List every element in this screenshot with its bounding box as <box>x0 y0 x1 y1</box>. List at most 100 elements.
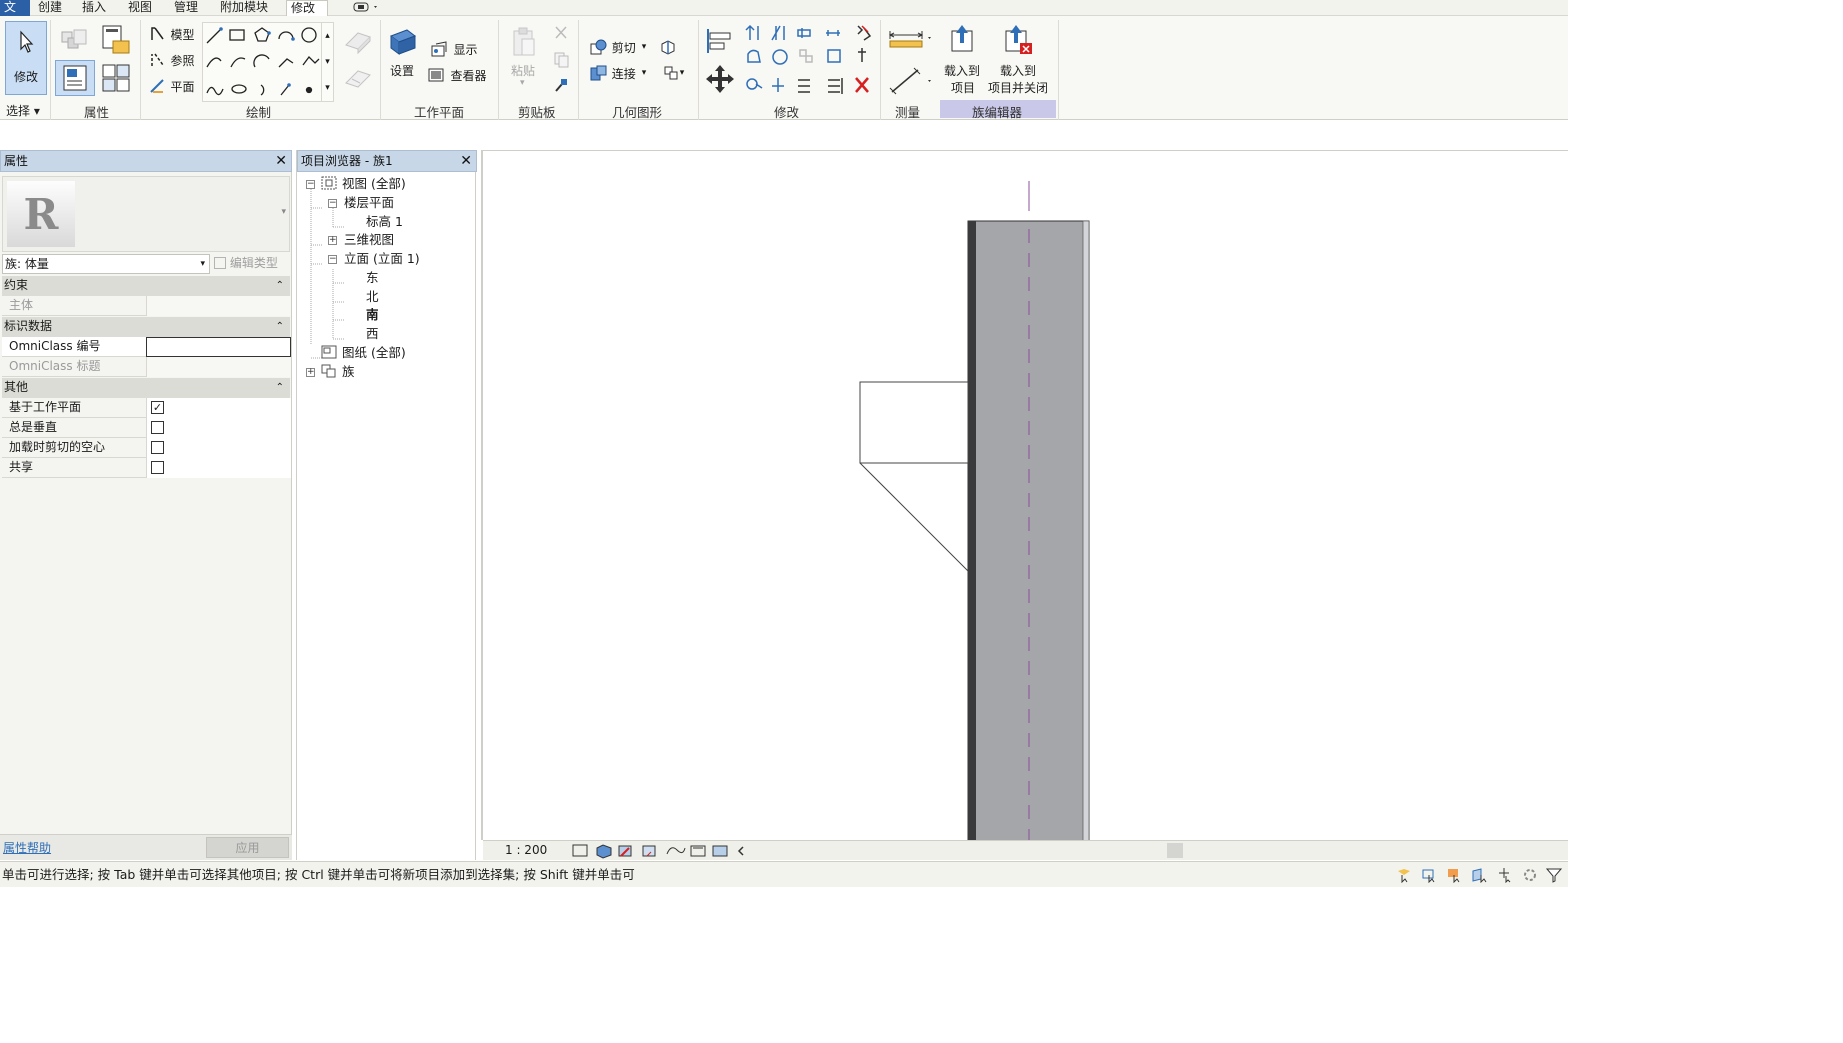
omniclass-number-input[interactable] <box>146 337 291 357</box>
section-constraints[interactable]: 约束 ⌃ <box>2 276 290 296</box>
edit-type-button[interactable]: 编辑类型 <box>214 254 290 274</box>
clipboard-panel-title: 剪贴板 <box>518 105 556 120</box>
paste-button[interactable] <box>506 22 542 62</box>
chevron-down-icon: ▾ <box>200 259 205 269</box>
move-button[interactable] <box>702 62 738 96</box>
measure-button[interactable] <box>884 26 936 54</box>
drag-elements-icon[interactable] <box>1496 867 1512 883</box>
dimension-button[interactable] <box>884 66 936 96</box>
background-process-icon[interactable] <box>1522 867 1538 883</box>
geometry-cut-button[interactable]: 剪切 ▾ <box>582 36 652 58</box>
cut-button[interactable] <box>548 22 574 44</box>
gallery-scroll[interactable]: ▴ ▾ ▾ <box>321 23 333 101</box>
bracket-diagonal[interactable] <box>859 462 969 572</box>
draw-model-label: 模型 <box>170 27 195 42</box>
draw-plane-button[interactable]: 平面 <box>146 75 198 97</box>
select-by-face-icon[interactable] <box>1471 867 1487 883</box>
paint-dropdown-icon: ▾ <box>679 68 685 78</box>
properties-help-link[interactable]: 属性帮助 <box>3 839 51 856</box>
browser-title: 项目浏览器 - 族1 <box>301 154 393 168</box>
draw-model-button[interactable]: 模型 <box>146 23 198 45</box>
always-vertical-checkbox[interactable] <box>151 421 164 434</box>
close-icon[interactable]: ✕ <box>460 152 472 170</box>
tree-level-1[interactable]: 标高 1 <box>366 213 403 231</box>
align-icon <box>707 29 731 53</box>
select-pinned-icon[interactable] <box>1446 867 1462 883</box>
section-other[interactable]: 其他 ⌃ <box>2 378 290 398</box>
show-workplane-label: 显示 <box>453 42 478 57</box>
filter-icon[interactable] <box>1546 867 1562 883</box>
menu-file[interactable]: 文件 <box>0 0 30 29</box>
menu-create[interactable]: 创建 <box>34 0 66 16</box>
tree-3d-views[interactable]: 三维视图 <box>344 231 394 249</box>
load-and-close-label-2: 项目并关闭 <box>988 81 1049 95</box>
family-selector[interactable]: 族: 体量 ▾ <box>2 254 210 274</box>
browser-header: 项目浏览器 - 族1 ✕ <box>297 150 477 172</box>
set-workplane-button[interactable] <box>384 24 422 58</box>
copy-button[interactable] <box>548 48 574 70</box>
type-selector[interactable]: R ▾ <box>2 176 290 252</box>
sheets-icon <box>321 345 337 359</box>
prop-row-workplane-based: 基于工作平面 ✓ <box>2 398 291 418</box>
type-properties-button[interactable] <box>98 60 134 96</box>
tree-west[interactable]: 西 <box>366 325 379 343</box>
select-underlay-icon[interactable] <box>1421 867 1437 883</box>
ribbon: 修改 选择 ▾ 属性 模型 参照 平面 ▴ ▾ ▾ 绘制 设置 显示 查看器 工… <box>0 16 1568 120</box>
select-links-icon[interactable] <box>1396 867 1412 883</box>
ribbon-display-toggle[interactable] <box>346 0 380 16</box>
load-into-project-button[interactable] <box>944 22 980 56</box>
show-workplane-button[interactable]: 显示 <box>424 38 484 60</box>
prop-key: 主体 <box>9 298 34 312</box>
paint-button[interactable]: ▾ <box>655 62 691 84</box>
collapse-toggle[interactable]: − <box>328 255 337 264</box>
split-face-button[interactable] <box>655 36 681 58</box>
match-properties-button[interactable] <box>548 74 574 96</box>
cut-voids-checkbox[interactable] <box>151 441 164 454</box>
tree-views-all[interactable]: 视图 (全部) <box>320 175 406 193</box>
create-form-button[interactable] <box>340 24 376 56</box>
section-identity-data[interactable]: 标识数据 ⌃ <box>2 317 290 337</box>
prop-key: 总是垂直 <box>9 420 58 434</box>
properties-button[interactable] <box>55 60 95 96</box>
family-types-button[interactable] <box>56 24 92 60</box>
menu-manage[interactable]: 管理 <box>170 0 202 16</box>
menu-insert[interactable]: 插入 <box>78 0 110 16</box>
select-dropdown[interactable]: 选择 ▾ <box>6 102 40 119</box>
load-and-close-button[interactable] <box>1000 22 1036 56</box>
tree-south[interactable]: 南 <box>366 306 379 324</box>
apply-button[interactable]: 应用 <box>206 837 289 858</box>
tree-north[interactable]: 北 <box>366 288 379 306</box>
menu-view[interactable]: 视图 <box>124 0 156 16</box>
tree-elevations[interactable]: 立面 (立面 1) <box>344 250 420 268</box>
view-scale[interactable]: 1 : 200 <box>505 843 547 857</box>
collapse-toggle[interactable]: − <box>306 180 315 189</box>
void-form-button[interactable] <box>340 62 376 94</box>
modify-button[interactable]: 修改 <box>5 21 47 95</box>
tree-east[interactable]: 东 <box>366 269 379 287</box>
tree-floor-plans[interactable]: 楼层平面 <box>344 194 394 212</box>
draw-reference-button[interactable]: 参照 <box>146 49 198 71</box>
expand-toggle[interactable]: + <box>306 368 315 377</box>
geometry-join-button[interactable]: 连接 ▾ <box>582 62 652 84</box>
bracket-block[interactable] <box>859 381 969 464</box>
family-category-button[interactable] <box>98 22 134 58</box>
family-selector-value: 族: 体量 <box>5 257 49 271</box>
paste-dropdown-icon[interactable]: ▾ <box>520 78 525 88</box>
workplane-viewer-button[interactable]: 查看器 <box>424 64 490 86</box>
tree-sheets[interactable]: 图纸 (全部) <box>320 344 406 362</box>
properties-header: 属性 ✕ <box>0 150 292 172</box>
geometry-cut-label: 剪切 <box>611 40 636 55</box>
align-button[interactable] <box>702 24 738 56</box>
horizontal-scrollbar-thumb[interactable] <box>1167 843 1183 858</box>
close-icon[interactable]: ✕ <box>275 152 287 170</box>
tree-label: 图纸 (全部) <box>341 345 406 360</box>
tree-label: 族 <box>341 364 355 379</box>
collapse-toggle[interactable]: − <box>328 199 337 208</box>
expand-toggle[interactable]: + <box>328 236 337 245</box>
menu-modify[interactable]: 修改 <box>286 0 328 16</box>
shared-checkbox[interactable] <box>151 461 164 474</box>
workplane-based-checkbox[interactable]: ✓ <box>151 401 164 414</box>
drawing-canvas[interactable] <box>481 150 1568 843</box>
menu-addins[interactable]: 附加模块 <box>216 0 272 16</box>
tree-families[interactable]: 族 <box>320 363 355 381</box>
